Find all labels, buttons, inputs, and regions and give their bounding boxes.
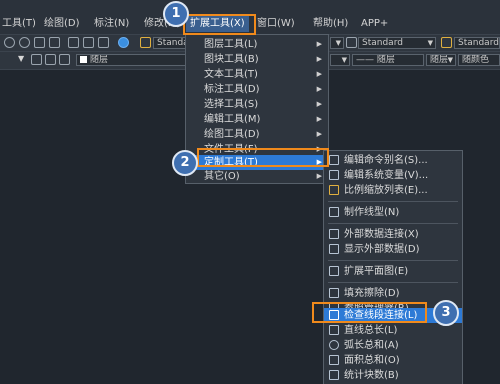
menu-item-layer-tools[interactable]: 图层工具(L) ▶ xyxy=(186,37,328,52)
separator xyxy=(328,282,458,283)
menu-item-edit-system-variables[interactable]: 编辑系统变量(V)... xyxy=(324,168,462,183)
pan-icon[interactable] xyxy=(19,37,30,48)
separator xyxy=(328,223,458,224)
alias-icon xyxy=(329,155,339,165)
scale-icon xyxy=(329,185,339,195)
external-data-icon xyxy=(329,244,339,254)
table-style-icon[interactable] xyxy=(441,37,452,48)
menu-item-area-sum[interactable]: 面积总和(O) xyxy=(324,353,462,368)
menu-item-edit-tools[interactable]: 编辑工具(M) ▶ xyxy=(186,112,328,127)
layer-prev-icon[interactable] xyxy=(31,54,42,65)
line-length-icon xyxy=(329,325,339,335)
step-badge-3: 3 xyxy=(433,300,459,326)
highlight-box-check-line xyxy=(312,302,427,323)
menu-tools[interactable]: 工具(T) xyxy=(2,16,36,32)
menu-window[interactable]: 窗口(W) xyxy=(257,16,295,32)
separator xyxy=(328,260,458,261)
dim-style-select-arrow[interactable]: ▼ xyxy=(330,37,344,49)
menu-draw[interactable]: 绘图(D) xyxy=(44,16,80,32)
menu-item-scale-list[interactable]: 比例缩放列表(E)... xyxy=(324,183,462,198)
menu-item-count-blocks[interactable]: 统计块数(B) xyxy=(324,368,462,383)
dropdown-arrow-icon[interactable]: ▼ xyxy=(18,54,24,63)
menu-item-external-data-link[interactable]: 外部数据连接(X) xyxy=(324,227,462,242)
table-style-select[interactable]: Standard xyxy=(454,37,500,49)
separator xyxy=(328,201,458,202)
highlight-box-custom-tools xyxy=(197,148,329,167)
menu-item-draw-tools[interactable]: 绘图工具(D) ▶ xyxy=(186,127,328,142)
layer-select[interactable]: 随层 xyxy=(76,54,186,66)
text-style-select[interactable]: Standard xyxy=(153,37,186,49)
zoom-icon[interactable] xyxy=(4,37,15,48)
arc-icon xyxy=(329,340,339,350)
plot-style-select[interactable]: 随颜色 xyxy=(458,54,500,66)
variables-icon xyxy=(329,170,339,180)
menu-item-arc-length-sum[interactable]: 弧长总和(A) xyxy=(324,338,462,353)
menu-app-plus[interactable]: APP+ xyxy=(361,16,388,32)
linetype-select[interactable]: —— 随层 xyxy=(352,54,424,66)
list-icon[interactable] xyxy=(98,37,109,48)
wipeout-icon xyxy=(329,288,339,298)
highlight-box-extended-tools xyxy=(183,14,256,35)
layer-manager-icon[interactable] xyxy=(59,54,70,65)
plan-icon xyxy=(329,266,339,276)
layer-state-icon[interactable] xyxy=(45,54,56,65)
lineweight-select[interactable]: 随层 ▼ xyxy=(426,54,456,66)
table-icon[interactable] xyxy=(68,37,79,48)
menu-item-text-tools[interactable]: 文本工具(T) ▶ xyxy=(186,67,328,82)
menu-item-show-external-data[interactable]: 显示外部数据(D) xyxy=(324,242,462,257)
menu-help[interactable]: 帮助(H) xyxy=(313,16,348,32)
menu-item-make-linetype[interactable]: 制作线型(N) xyxy=(324,205,462,220)
area-icon xyxy=(329,355,339,365)
custom-tools-submenu: 编辑命令别名(S)... 编辑系统变量(V)... 比例缩放列表(E)... 制… xyxy=(323,150,463,384)
menu-item-extend-plan[interactable]: 扩展平面图(E) xyxy=(324,264,462,279)
step-badge-2: 2 xyxy=(172,150,198,176)
menu-item-wipeout[interactable]: 填充擦除(D) xyxy=(324,286,462,301)
grid-icon[interactable] xyxy=(83,37,94,48)
dim-style-select[interactable]: Standard ▼ xyxy=(358,37,436,49)
data-link-icon xyxy=(329,229,339,239)
dim-style-icon[interactable] xyxy=(346,37,357,48)
window-icon[interactable] xyxy=(34,37,45,48)
block-count-icon xyxy=(329,370,339,380)
linetype-icon xyxy=(329,207,339,217)
color-icon[interactable] xyxy=(118,37,129,48)
color-select[interactable]: ▼ xyxy=(330,54,350,66)
menu-item-dim-tools[interactable]: 标注工具(D) ▶ xyxy=(186,82,328,97)
step-badge-1: 1 xyxy=(163,1,189,27)
menu-item-other[interactable]: 其它(O) ▶ xyxy=(186,169,328,184)
menu-item-edit-command-alias[interactable]: 编辑命令别名(S)... xyxy=(324,153,462,168)
select-icon[interactable] xyxy=(49,37,60,48)
menu-dimension[interactable]: 标注(N) xyxy=(94,16,129,32)
text-style-icon[interactable] xyxy=(140,37,151,48)
menu-item-block-tools[interactable]: 图块工具(B) ▶ xyxy=(186,52,328,67)
menu-item-select-tools[interactable]: 选择工具(S) ▶ xyxy=(186,97,328,112)
